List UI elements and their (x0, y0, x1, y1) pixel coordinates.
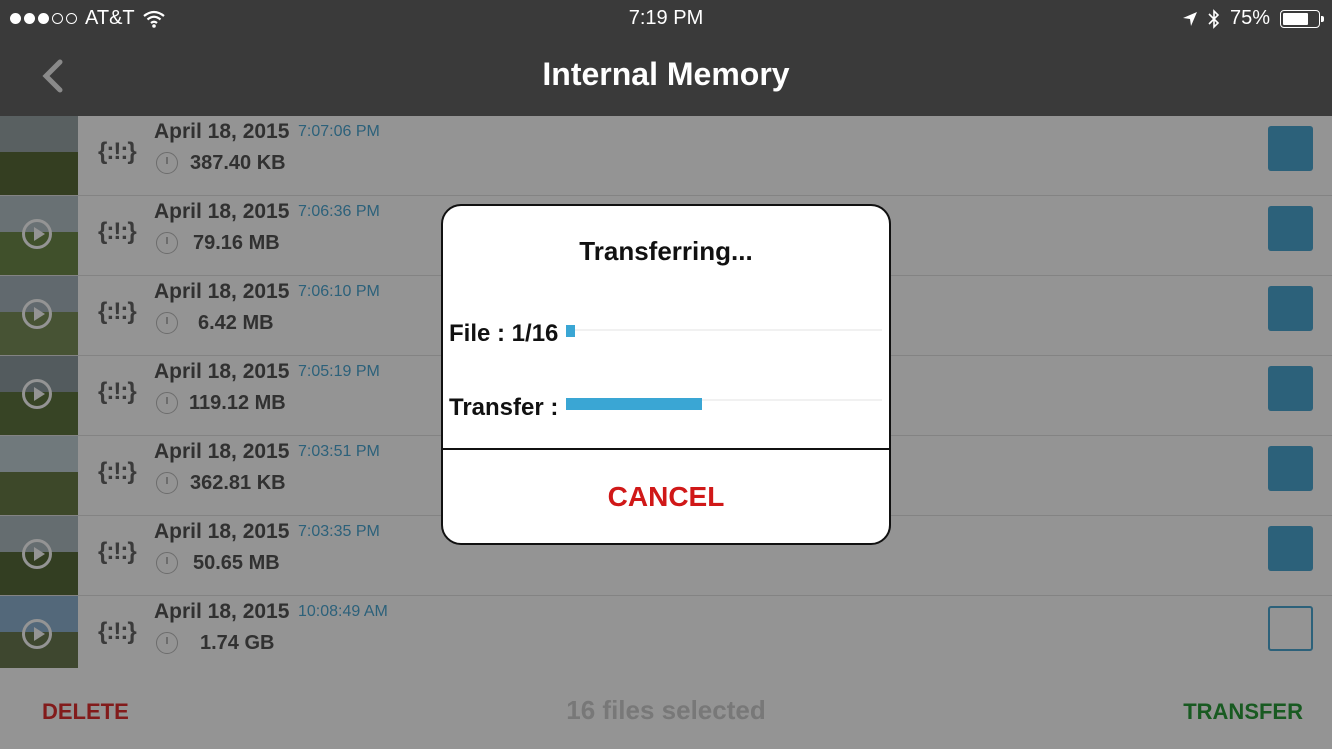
battery-level (1283, 12, 1308, 25)
file-progress-bar (566, 325, 575, 337)
transfer-progress-label: Transfer : (449, 394, 559, 421)
file-progress-track (566, 329, 882, 331)
location-arrow-icon (1182, 11, 1197, 26)
status-right: 75% (1182, 7, 1324, 30)
transfer-progress-bar (566, 398, 702, 410)
dialog-divider (443, 448, 889, 450)
status-time: 7:19 PM (628, 7, 704, 29)
battery-percent: 75% (1229, 7, 1270, 29)
bluetooth-icon (1208, 8, 1220, 29)
page-title: Internal Memory (542, 56, 790, 92)
nav-bar: Internal Memory (0, 38, 1332, 116)
status-bar: AT&T 7:19 PM 75% (0, 0, 1332, 38)
file-progress-label: File : 1/16 (449, 320, 559, 347)
cancel-button[interactable]: CANCEL (443, 481, 889, 513)
battery-icon (1280, 9, 1324, 28)
transfer-dialog: Transferring... File : 1/16 Transfer : C… (441, 204, 891, 545)
dialog-title: Transferring... (579, 236, 753, 266)
